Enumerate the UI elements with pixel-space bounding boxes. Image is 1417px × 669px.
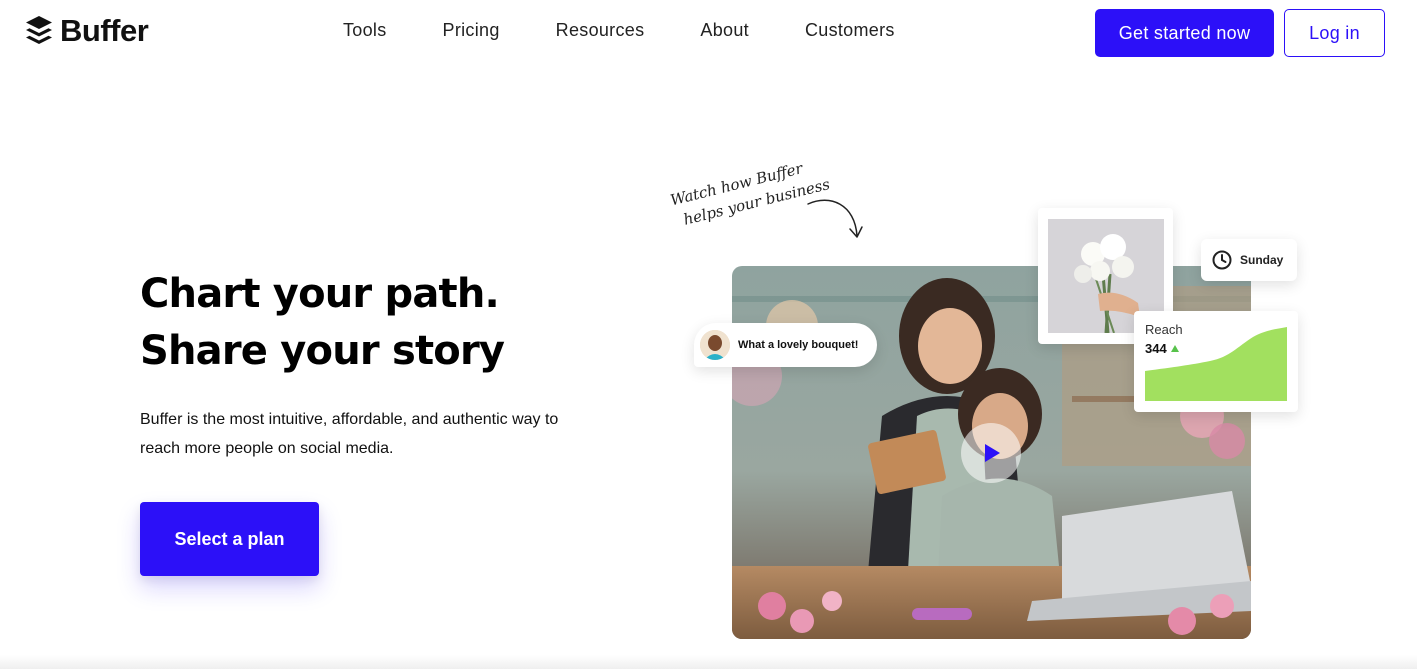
main-nav: Tools Pricing Resources About Customers [343, 20, 895, 41]
schedule-day: Sunday [1240, 253, 1284, 267]
nav-resources[interactable]: Resources [556, 20, 645, 41]
reach-value-row: 344 [1145, 341, 1179, 356]
reach-card: Reach 344 [1134, 311, 1298, 412]
logo-text: Buffer [60, 13, 149, 48]
comment-bubble: What a lovely bouquet! [694, 323, 877, 367]
buffer-logo[interactable]: Buffer [25, 13, 149, 48]
play-button[interactable] [961, 423, 1021, 483]
top-navigation: Buffer Tools Pricing Resources About Cus… [0, 0, 1417, 66]
play-icon [985, 444, 1000, 462]
trend-up-icon [1170, 345, 1179, 352]
hero-title: Chart your path. Share your story [140, 266, 660, 380]
hero-title-line-2: Share your story [140, 328, 505, 374]
section-divider [0, 655, 1417, 669]
nav-tools[interactable]: Tools [343, 20, 387, 41]
schedule-card: Sunday [1201, 239, 1297, 281]
login-button[interactable]: Log in [1284, 9, 1385, 57]
reach-chart [1145, 327, 1287, 401]
clock-icon [1212, 250, 1232, 270]
arrow-icon [807, 199, 863, 238]
reach-label: Reach [1145, 322, 1183, 337]
get-started-button[interactable]: Get started now [1095, 9, 1274, 57]
nav-pricing[interactable]: Pricing [443, 20, 500, 41]
buffer-logo-icon [26, 16, 52, 44]
hero-description: Buffer is the most intuitive, affordable… [140, 411, 559, 457]
nav-customers[interactable]: Customers [805, 20, 895, 41]
nav-about[interactable]: About [700, 20, 749, 41]
hero-title-line-1: Chart your path. [140, 271, 500, 317]
select-plan-button[interactable]: Select a plan [140, 502, 319, 576]
comment-text: What a lovely bouquet! [738, 339, 859, 351]
commenter-avatar [700, 330, 730, 360]
reach-value: 344 [1145, 341, 1167, 356]
